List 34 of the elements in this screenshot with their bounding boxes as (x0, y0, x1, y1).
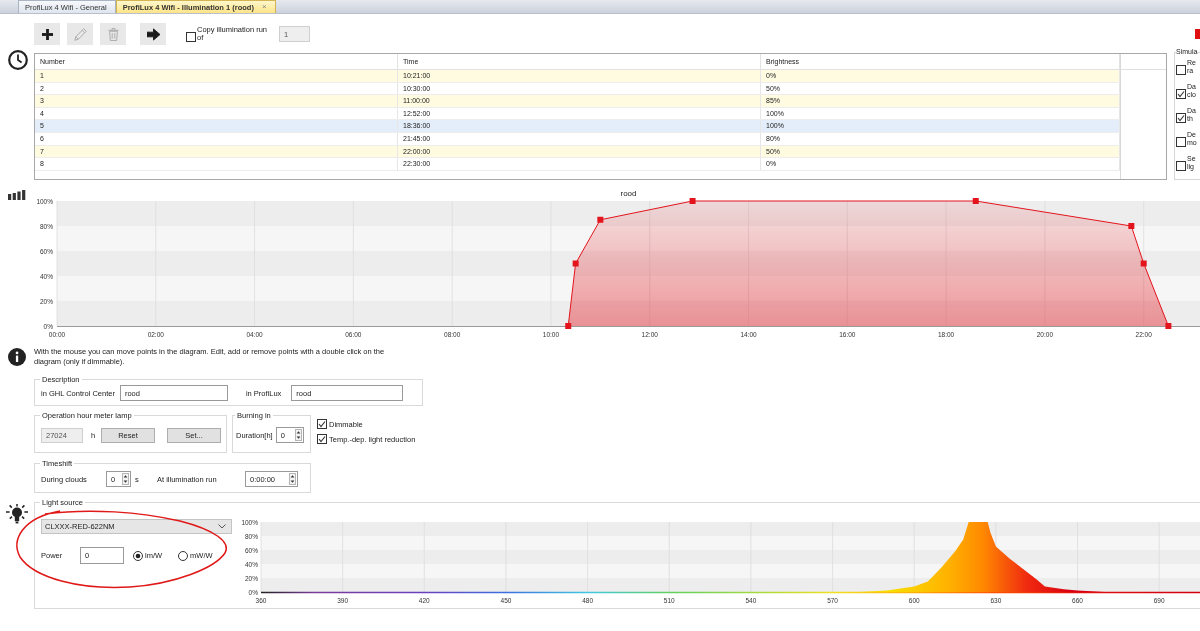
pencil-icon (73, 27, 87, 41)
checkbox[interactable] (186, 32, 196, 42)
radio-button[interactable] (178, 550, 189, 561)
data-point[interactable] (1165, 323, 1172, 329)
data-point[interactable] (565, 323, 572, 329)
bar-chart-icon (8, 190, 26, 200)
trash-icon (106, 27, 120, 41)
up-down-arrows-icon[interactable] (122, 473, 129, 485)
chevron-down-icon (218, 524, 226, 529)
data-point[interactable] (572, 260, 579, 267)
radio-button[interactable] (133, 550, 143, 561)
checkbox[interactable] (317, 419, 327, 429)
add-button[interactable] (34, 23, 60, 45)
forward-button[interactable] (140, 23, 166, 45)
chart-title: rood (620, 189, 637, 198)
up-down-arrows-icon[interactable] (294, 429, 302, 441)
plus-icon (41, 28, 53, 40)
data-point[interactable] (972, 198, 979, 204)
info-icon (8, 348, 26, 366)
checkbox[interactable] (1176, 113, 1186, 123)
checkbox[interactable] (317, 434, 327, 444)
checkbox[interactable] (1176, 161, 1186, 171)
data-point[interactable] (1140, 260, 1147, 267)
data-point[interactable] (597, 216, 604, 223)
data-point[interactable] (1128, 223, 1135, 229)
checkbox[interactable] (1176, 89, 1186, 99)
square-marker-icon[interactable] (1195, 29, 1200, 39)
checkbox[interactable] (1176, 137, 1186, 147)
up-down-arrows-icon[interactable] (289, 473, 296, 485)
clock-icon (8, 50, 28, 70)
arrow-right-icon (146, 27, 160, 41)
checkbox[interactable] (1176, 65, 1186, 75)
data-point[interactable] (689, 198, 696, 204)
light-bulb-icon (6, 504, 28, 524)
